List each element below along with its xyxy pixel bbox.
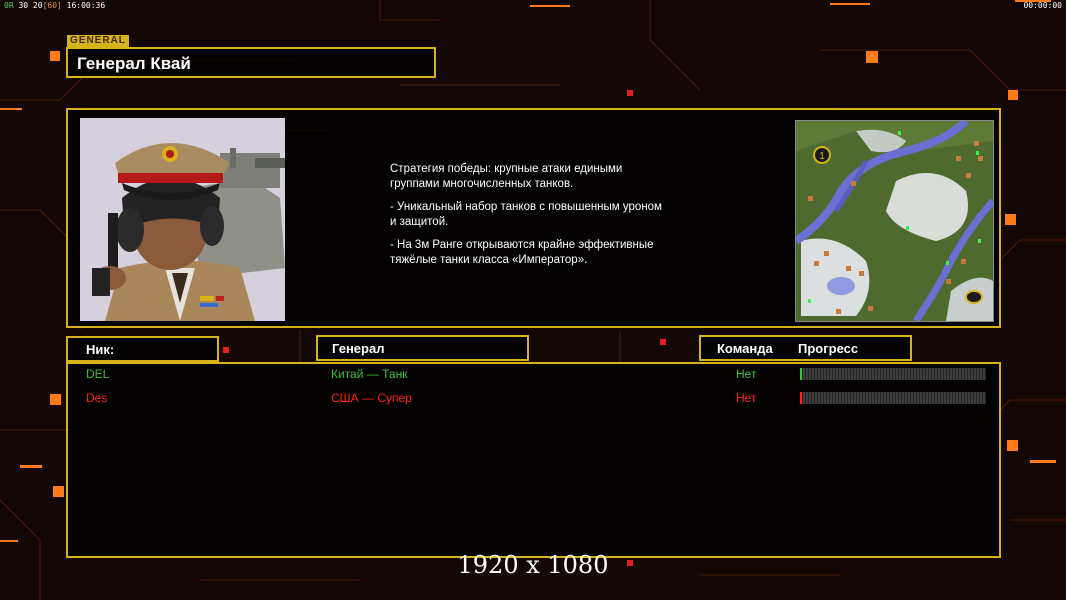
hud-bracket: [60] xyxy=(42,1,62,10)
player-progress-fill xyxy=(800,392,802,404)
header-general-label: Генерал xyxy=(332,341,385,356)
players-list: DEL Китай — Танк Нет Des США — Супер Нет xyxy=(66,362,1001,558)
player-progress-fill xyxy=(800,368,802,380)
player-progress-bar xyxy=(800,368,986,380)
player-team: Нет xyxy=(736,391,757,405)
general-description: Стратегия победы: крупные атаки едиными … xyxy=(390,162,740,276)
general-tag: GENERAL xyxy=(67,35,129,47)
hud-numbers: 30 20 xyxy=(18,1,43,10)
player-general: США — Супер xyxy=(331,391,412,405)
general-portrait xyxy=(80,118,285,321)
player-nick: DEL xyxy=(86,367,110,381)
description-line: - Уникальный набор танков с повышенным у… xyxy=(390,201,662,228)
general-info-panel: Стратегия победы: крупные атаки едиными … xyxy=(66,108,1001,328)
hud-clock: 16:00:36 xyxy=(66,1,106,10)
hud-stats: 0R 30 20[60] 16:00:36 xyxy=(4,1,105,10)
hud-timer: 00:00:00 xyxy=(1023,1,1062,10)
player-nick: Des xyxy=(86,391,108,405)
header-general: Генерал xyxy=(316,335,529,361)
player-progress-bar xyxy=(800,392,986,404)
player-team: Нет xyxy=(736,367,757,381)
resolution-label: 1920 x 1080 xyxy=(457,551,609,579)
minimap-image: 1 xyxy=(796,121,993,321)
player-row: DEL Китай — Танк Нет xyxy=(68,365,1003,385)
player-general: Китай — Танк xyxy=(331,367,408,381)
description-line: - На 3м Ранге открываются крайне эффекти… xyxy=(390,239,654,266)
header-team-progress: Команда Прогресс xyxy=(699,335,912,361)
header-team-label: Команда xyxy=(717,341,773,356)
hud-fps-label: 0R xyxy=(4,1,14,10)
start-position-marker: 1 xyxy=(819,151,825,162)
header-nick: Ник: xyxy=(66,336,219,362)
header-nick-label: Ник: xyxy=(86,342,115,357)
general-title-box: Генерал Квай xyxy=(66,47,436,78)
portrait-image xyxy=(80,118,285,321)
map-preview[interactable]: 1 xyxy=(795,120,994,322)
description-line: Стратегия победы: крупные атаки едиными … xyxy=(390,163,623,190)
player-row: Des США — Супер Нет xyxy=(68,389,1003,409)
header-progress-label: Прогресс xyxy=(798,341,859,356)
general-name: Генерал Квай xyxy=(77,54,191,73)
